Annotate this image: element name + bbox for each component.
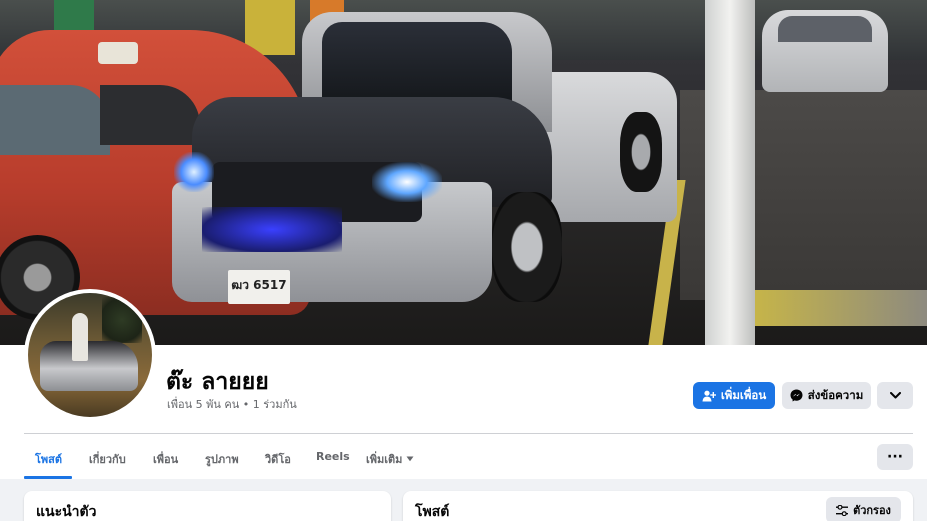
intro-card: แนะนำตัว: [24, 491, 391, 521]
add-friend-icon: [702, 390, 716, 401]
tab-more[interactable]: เพิ่มเติม: [366, 450, 414, 468]
tab-more-label: เพิ่มเติม: [366, 453, 403, 466]
filter-button[interactable]: ตัวกรอง: [826, 497, 901, 521]
cover-curb: [745, 290, 927, 326]
add-friend-button[interactable]: เพิ่มเพื่อน: [693, 382, 775, 409]
filter-icon: [836, 504, 849, 516]
header-divider: [24, 433, 913, 434]
cover-white-car: [762, 10, 888, 92]
truck-front-wheel: [492, 192, 562, 302]
more-options-button[interactable]: [877, 382, 913, 409]
truck-headlight: [372, 162, 442, 202]
avatar-tree: [102, 297, 142, 343]
add-friend-label: เพิ่มเพื่อน: [720, 387, 767, 402]
posts-card: โพสต์ ตัวกรอง: [403, 491, 913, 521]
profile-avatar[interactable]: [24, 289, 156, 421]
message-label: ส่งข้อความ: [807, 387, 864, 402]
profile-friend-count[interactable]: เพื่อน 5 พัน คน • 1 ร่วมกัน: [167, 395, 297, 413]
active-tab-indicator: [24, 476, 72, 479]
cover-white-car-windshield: [778, 16, 872, 42]
cover-photo[interactable]: ฒว 6517: [0, 0, 927, 345]
tab-reels[interactable]: Reels: [316, 450, 350, 463]
tab-about[interactable]: เกี่ยวกับ: [89, 450, 126, 468]
cover-pillar: [705, 0, 755, 345]
chevron-down-icon: [889, 392, 901, 399]
truck-underglow: [202, 207, 342, 252]
tab-videos[interactable]: วิดีโอ: [265, 450, 291, 468]
more-dots-icon: ···: [887, 449, 903, 465]
tab-friends[interactable]: เพื่อน: [153, 450, 178, 468]
tab-posts[interactable]: โพสต์: [35, 450, 62, 468]
messenger-icon: [790, 389, 803, 402]
filter-label: ตัวกรอง: [853, 504, 891, 517]
taxi-windshield: [0, 85, 110, 155]
truck-headlight: [174, 152, 214, 192]
cover-pickup-truck: ฒว 6517: [172, 12, 677, 312]
avatar-photo: [28, 293, 152, 417]
avatar-truck: [40, 341, 138, 391]
license-plate: ฒว 6517: [228, 270, 290, 304]
message-button[interactable]: ส่งข้อความ: [782, 382, 871, 409]
posts-title: โพสต์: [415, 504, 450, 520]
tab-photos[interactable]: รูปภาพ: [205, 450, 239, 468]
truck-rear-wheel: [620, 112, 662, 192]
taxi-sign: [98, 42, 138, 64]
profile-more-menu-button[interactable]: ···: [877, 444, 913, 470]
avatar-person: [72, 313, 88, 361]
intro-title: แนะนำตัว: [36, 504, 97, 520]
caret-down-icon: [406, 456, 414, 462]
truck-windshield: [322, 22, 512, 102]
